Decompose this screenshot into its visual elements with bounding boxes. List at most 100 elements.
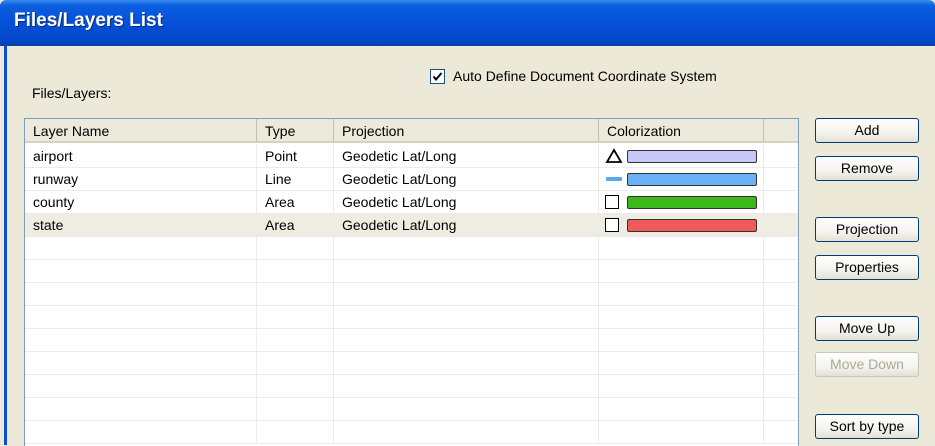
layer-colorization-cell[interactable] (599, 145, 764, 167)
extra-cell (764, 214, 798, 236)
layer-projection-cell: Geodetic Lat/Long (334, 145, 599, 167)
empty-row (25, 398, 798, 421)
empty-cell (764, 421, 798, 443)
sort-by-type-button[interactable]: Sort by type (815, 414, 919, 439)
empty-cell (334, 398, 599, 420)
empty-row (25, 421, 798, 444)
empty-cell (764, 260, 798, 282)
empty-cell (334, 352, 599, 374)
projection-button[interactable]: Projection (815, 217, 919, 242)
layer-colorization-cell[interactable] (599, 191, 764, 213)
remove-button[interactable]: Remove (815, 156, 919, 181)
empty-row (25, 375, 798, 398)
empty-cell (599, 421, 764, 443)
empty-cell (334, 421, 599, 443)
auto-define-checkbox[interactable] (430, 68, 445, 84)
move-down-button[interactable]: Move Down (815, 352, 919, 377)
table-row[interactable]: state Area Geodetic Lat/Long (25, 214, 798, 237)
layers-list[interactable]: Layer Name Type Projection Colorization … (24, 118, 799, 446)
color-swatch (627, 195, 757, 209)
extra-cell (764, 145, 798, 167)
empty-cell (257, 352, 334, 374)
extra-cell (764, 168, 798, 190)
empty-cell (25, 260, 257, 282)
list-rows: airport Point Geodetic Lat/Long runway Line G… (25, 145, 798, 444)
layer-type-cell: Area (257, 191, 334, 213)
empty-cell (25, 352, 257, 374)
empty-cell (334, 237, 599, 259)
empty-cell (599, 352, 764, 374)
empty-cell (257, 398, 334, 420)
checkmark-icon (432, 71, 443, 81)
layer-type-cell: Line (257, 168, 334, 190)
empty-cell (599, 398, 764, 420)
table-row[interactable]: airport Point Geodetic Lat/Long (25, 145, 798, 168)
empty-cell (599, 237, 764, 259)
layer-type-cell: Point (257, 145, 334, 167)
empty-cell (599, 283, 764, 305)
empty-cell (764, 398, 798, 420)
empty-cell (764, 237, 798, 259)
empty-cell (25, 237, 257, 259)
empty-cell (25, 421, 257, 443)
column-header-projection[interactable]: Projection (334, 119, 599, 143)
layer-name-cell: county (25, 191, 257, 213)
empty-cell (257, 421, 334, 443)
empty-row (25, 283, 798, 306)
layer-name-cell: airport (25, 145, 257, 167)
color-swatch (627, 218, 757, 232)
extra-cell (764, 191, 798, 213)
empty-cell (334, 375, 599, 397)
empty-cell (764, 352, 798, 374)
column-header-colorization[interactable]: Colorization (599, 119, 764, 143)
empty-cell (25, 283, 257, 305)
empty-cell (764, 306, 798, 328)
layer-colorization-cell[interactable] (599, 214, 764, 236)
empty-cell (599, 260, 764, 282)
empty-cell (25, 329, 257, 351)
column-header-type[interactable]: Type (257, 119, 334, 143)
empty-row (25, 306, 798, 329)
empty-cell (25, 306, 257, 328)
empty-row (25, 352, 798, 375)
move-up-button[interactable]: Move Up (815, 316, 919, 341)
layer-projection-cell: Geodetic Lat/Long (334, 168, 599, 190)
square-icon (605, 194, 623, 210)
empty-cell (764, 375, 798, 397)
layer-colorization-cell[interactable] (599, 168, 764, 190)
empty-cell (334, 329, 599, 351)
table-row[interactable]: runway Line Geodetic Lat/Long (25, 168, 798, 191)
empty-cell (334, 260, 599, 282)
triangle-icon (605, 148, 623, 164)
empty-cell (599, 329, 764, 351)
empty-cell (257, 237, 334, 259)
empty-cell (257, 283, 334, 305)
layer-projection-cell: Geodetic Lat/Long (334, 214, 599, 236)
empty-cell (599, 375, 764, 397)
layer-name-cell: state (25, 214, 257, 236)
layer-name-cell: runway (25, 168, 257, 190)
empty-cell (257, 260, 334, 282)
empty-cell (764, 283, 798, 305)
empty-cell (25, 398, 257, 420)
layer-type-cell: Area (257, 214, 334, 236)
column-header-extra[interactable] (764, 119, 798, 143)
table-row[interactable]: county Area Geodetic Lat/Long (25, 191, 798, 214)
empty-row (25, 329, 798, 352)
empty-cell (764, 329, 798, 351)
add-button[interactable]: Add (815, 118, 919, 143)
empty-cell (334, 283, 599, 305)
properties-button[interactable]: Properties (815, 255, 919, 280)
empty-row (25, 237, 798, 260)
title-bar: Files/Layers List (0, 0, 935, 46)
empty-cell (25, 375, 257, 397)
files-layers-label: Files/Layers: (32, 85, 112, 101)
list-header: Layer Name Type Projection Colorization (25, 119, 798, 145)
empty-cell (257, 375, 334, 397)
auto-define-checkbox-row[interactable]: Auto Define Document Coordinate System (430, 68, 717, 84)
square-icon (605, 217, 623, 233)
empty-cell (334, 306, 599, 328)
column-header-layer-name[interactable]: Layer Name (25, 119, 257, 143)
empty-row (25, 260, 798, 283)
color-swatch (627, 149, 757, 163)
